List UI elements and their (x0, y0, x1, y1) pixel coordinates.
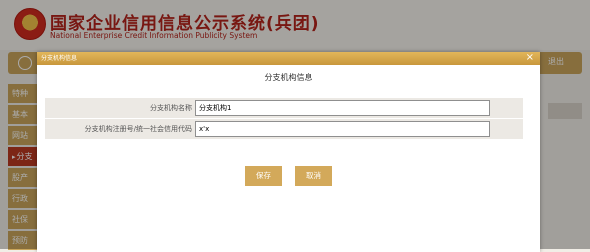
save-button[interactable]: 保存 (245, 166, 282, 186)
close-icon[interactable]: × (526, 52, 534, 64)
dialog-titlebar: 分支机构信息 × (37, 52, 540, 65)
branch-code-input[interactable] (195, 121, 490, 137)
branch-code-label: 分支机构注册号/统一社会信用代码 (84, 125, 192, 133)
dialog-title: 分支机构信息 (41, 55, 78, 62)
branch-info-dialog: 分支机构信息 × 分支机构信息 分支机构名称 分支机构注册号/统一社会信用代码 … (37, 52, 540, 252)
dialog-heading: 分支机构信息 (264, 73, 313, 82)
form-row-branch-name: 分支机构名称 (45, 98, 523, 118)
branch-form: 分支机构名称 分支机构注册号/统一社会信用代码 (45, 98, 523, 140)
branch-name-input[interactable] (195, 100, 490, 116)
cancel-button[interactable]: 取消 (295, 166, 332, 186)
branch-name-label: 分支机构名称 (150, 104, 192, 112)
form-row-branch-code: 分支机构注册号/统一社会信用代码 (45, 119, 523, 139)
